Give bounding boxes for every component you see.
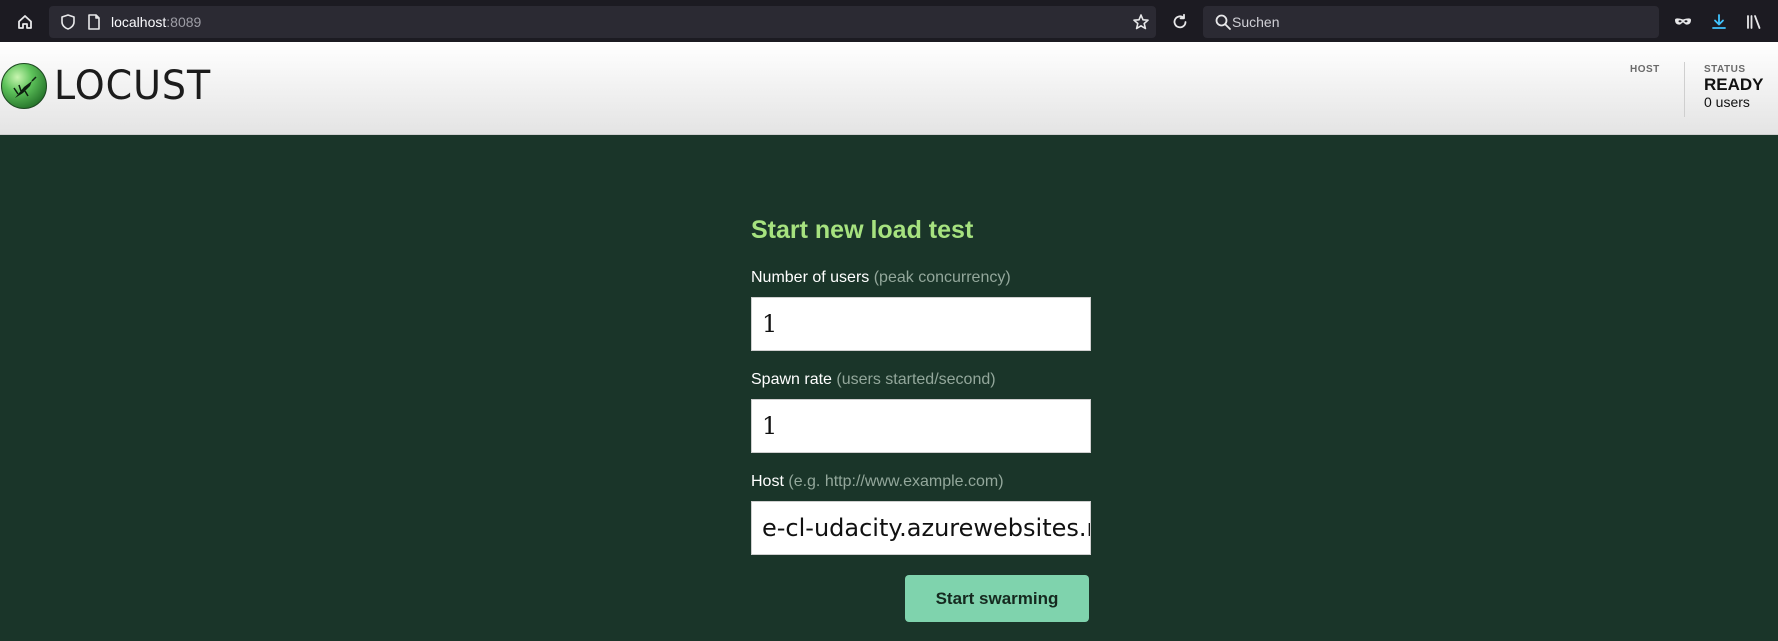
browser-toolbar: localhost:8089 Suchen (0, 0, 1778, 42)
bookmark-star-icon[interactable] (1132, 13, 1150, 31)
search-input[interactable]: Suchen (1203, 6, 1659, 38)
library-icon[interactable] (1741, 9, 1767, 35)
reload-icon[interactable] (1167, 9, 1193, 35)
download-icon[interactable] (1706, 9, 1732, 35)
host-input-value: e-cl-udacity.azurewebsites.net/ (762, 514, 1090, 542)
spawn-rate-input[interactable] (751, 399, 1091, 453)
url-port: :8089 (166, 14, 202, 30)
header-divider (1684, 62, 1685, 117)
logo-wordmark: LOCUST (54, 63, 212, 109)
users-hint: (peak concurrency) (873, 269, 1011, 286)
user-count: 0 users (1704, 94, 1750, 110)
url-bar[interactable]: localhost:8089 (49, 6, 1156, 38)
users-input[interactable] (751, 297, 1091, 351)
host-label: HOST (1630, 64, 1660, 75)
shield-icon[interactable] (59, 13, 77, 31)
search-placeholder: Suchen (1232, 14, 1280, 30)
search-icon (1215, 14, 1231, 30)
start-swarming-button[interactable]: Start swarming (905, 575, 1089, 622)
users-label-text: Number of users (751, 269, 870, 286)
page-icon (85, 13, 103, 31)
url-host: localhost (111, 14, 167, 30)
host-label-text: Host (751, 473, 784, 490)
host-input[interactable]: e-cl-udacity.azurewebsites.net/ (751, 501, 1091, 555)
url-text[interactable]: localhost:8089 (111, 14, 201, 30)
status-value: READY (1704, 75, 1764, 94)
spawn-hint: (users started/second) (836, 371, 996, 388)
users-label: Number of users (peak concurrency) (751, 269, 1011, 287)
home-icon[interactable] (12, 9, 38, 35)
host-label-field: Host (e.g. http://www.example.com) (751, 473, 1004, 491)
spawn-label-text: Spawn rate (751, 371, 832, 388)
spawn-rate-label: Spawn rate (users started/second) (751, 371, 996, 389)
host-hint: (e.g. http://www.example.com) (788, 473, 1004, 490)
status-label: STATUS (1704, 64, 1746, 75)
private-mask-icon[interactable] (1670, 9, 1696, 35)
app-header: LOCUST HOST STATUS READY 0 users (0, 42, 1778, 135)
locust-logo-icon (1, 63, 47, 109)
form-title: Start new load test (751, 216, 974, 244)
